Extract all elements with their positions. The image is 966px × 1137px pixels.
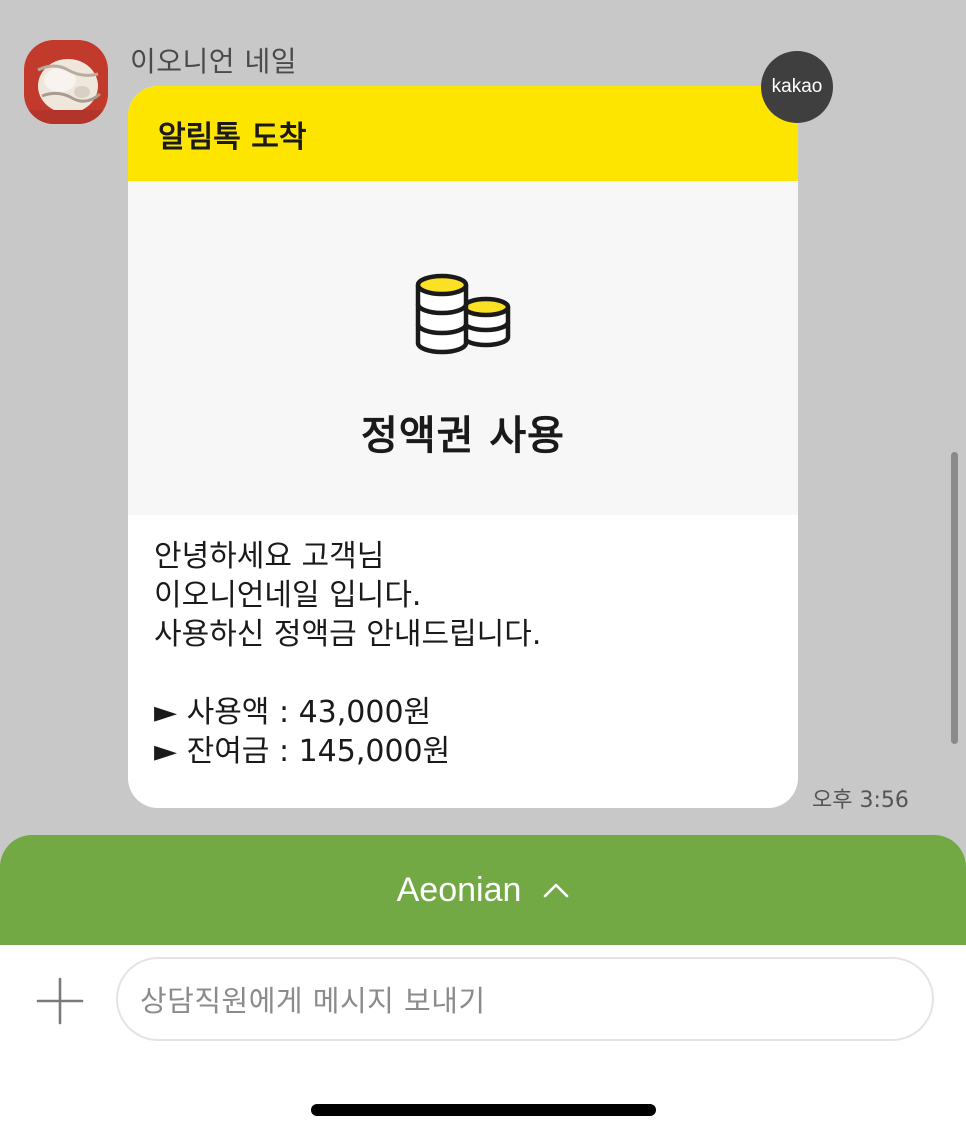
card-body: 안녕하세요 고객님 이오니언네일 입니다. 사용하신 정액금 안내드립니다. ►… (128, 515, 798, 771)
message-input-placeholder: 상담직원에게 메시지 보내기 (140, 984, 486, 1018)
menu-label: Aeonian (396, 870, 522, 909)
hero-title: 정액권 사용 (361, 413, 565, 459)
alimtalk-card: 알림톡 도착 정액권 사용 안녕하세요 고객님 이오니언네일 입니다. 사용하신… (128, 86, 798, 808)
kakao-badge: kakao (761, 51, 833, 123)
body-line-shop: 이오니언네일 입니다. (154, 578, 422, 613)
sender-avatar[interactable] (24, 40, 108, 124)
body-line-blank (154, 654, 772, 693)
card-header-title: 알림톡 도착 (158, 119, 307, 155)
channel-menu-bar[interactable]: Aeonian (0, 835, 966, 945)
sender-name: 이오니언 네일 (130, 45, 297, 78)
profile-photo-icon (24, 40, 108, 124)
body-line-remaining-balance: ► 잔여금 : 145,000원 (154, 734, 451, 769)
chat-area: 이오니언 네일 kakao 알림톡 도착 정액권 사용 안녕하세요 고객님 이오… (0, 0, 966, 840)
card-hero: 정액권 사용 (128, 181, 798, 515)
body-line-used-amount: ► 사용액 : 43,000원 (154, 695, 432, 730)
coins-icon (415, 273, 511, 355)
message-timestamp: 오후 3:56 (812, 788, 909, 813)
home-indicator (311, 1104, 656, 1116)
message-input[interactable]: 상담직원에게 메시지 보내기 (116, 957, 934, 1041)
scrollbar[interactable] (951, 452, 958, 744)
chevron-up-icon (544, 883, 569, 898)
card-header: 알림톡 도착 (128, 86, 798, 181)
plus-icon[interactable] (36, 977, 84, 1025)
body-line-greeting: 안녕하세요 고객님 (154, 539, 385, 574)
input-area: 상담직원에게 메시지 보내기 (0, 945, 966, 1137)
body-line-notice: 사용하신 정액금 안내드립니다. (154, 617, 542, 652)
